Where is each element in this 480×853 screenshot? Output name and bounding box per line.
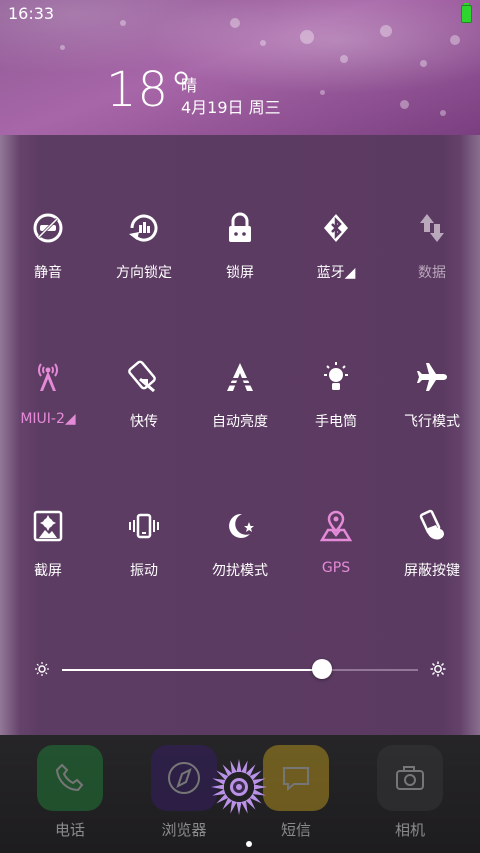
flashlight-icon [318, 359, 354, 395]
toggle-block-keys-label: 屏蔽按键 [404, 563, 460, 579]
brightness-fill [62, 669, 322, 671]
toggle-lock-screen-label: 锁屏 [226, 265, 254, 281]
toggle-mute[interactable]: 静音 [0, 210, 96, 300]
toggle-auto-brightness-label: 自动亮度 [212, 414, 268, 430]
toggle-mobile-data[interactable]: 数据 [384, 210, 480, 300]
quick-transfer-icon [126, 359, 162, 395]
rotation-lock-icon [126, 210, 162, 246]
screenshot-icon [30, 508, 66, 544]
toggle-wifi-hotspot[interactable]: MIUI-2◢ [0, 359, 96, 449]
brightness-low-icon [35, 662, 49, 676]
toggle-quick-transfer[interactable]: 快传 [96, 359, 192, 449]
launcher-flower-button[interactable] [210, 758, 268, 816]
quick-settings-panel: 静音 方向锁定 锁屏 蓝牙◢ 数据 MIUI-2◢ 快传 自动亮度 手电筒 飞行… [0, 135, 480, 735]
vibrate-icon [126, 508, 162, 544]
hand-phone-icon [414, 508, 450, 544]
app-phone-label: 电话 [54, 821, 85, 839]
toggle-flashlight[interactable]: 手电筒 [288, 359, 384, 449]
app-browser-label: 浏览器 [161, 821, 207, 839]
toggle-do-not-disturb[interactable]: 勿扰模式 [192, 508, 288, 598]
toggle-quick-transfer-label: 快传 [130, 414, 158, 430]
toggle-block-keys[interactable]: 屏蔽按键 [384, 508, 480, 598]
airplane-icon [414, 359, 450, 395]
toggle-gps[interactable]: GPS [288, 508, 384, 598]
toggle-airplane-mode-label: 飞行模式 [404, 414, 460, 430]
browser-icon [151, 745, 217, 811]
toggle-mute-label: 静音 [34, 265, 62, 281]
battery-icon [461, 3, 472, 23]
lock-icon [222, 210, 258, 246]
bluetooth-icon [318, 210, 354, 246]
page-indicator-dot [246, 841, 252, 847]
toggle-rotation-lock[interactable]: 方向锁定 [96, 210, 192, 300]
auto-brightness-icon [222, 359, 258, 395]
toggle-airplane-mode[interactable]: 飞行模式 [384, 359, 480, 449]
app-camera-label: 相机 [394, 821, 425, 839]
app-messages-label: 短信 [280, 821, 311, 839]
brightness-high-icon [430, 661, 446, 677]
toggle-bluetooth[interactable]: 蓝牙◢ [288, 210, 384, 300]
moon-icon [222, 508, 258, 544]
signal-tower-icon [30, 359, 66, 395]
camera-icon [377, 745, 443, 811]
brightness-slider[interactable] [0, 655, 480, 685]
toggle-lock-screen[interactable]: 锁屏 [192, 210, 288, 300]
app-phone[interactable]: 电话 [30, 745, 110, 840]
toggle-flashlight-label: 手电筒 [315, 414, 357, 430]
toggle-vibrate[interactable]: 振动 [96, 508, 192, 598]
message-icon [263, 745, 329, 811]
toggle-screenshot[interactable]: 截屏 [0, 508, 96, 598]
mute-icon [30, 210, 66, 246]
date-label: 4月19日 周三 [181, 98, 281, 117]
toggle-vibrate-label: 振动 [130, 563, 158, 579]
toggle-bluetooth-label: 蓝牙◢ [316, 265, 356, 281]
toggle-gps-label: GPS [321, 560, 351, 576]
weather-condition: 晴 [181, 76, 198, 95]
toggle-screenshot-label: 截屏 [34, 563, 62, 579]
toggle-do-not-disturb-label: 勿扰模式 [212, 563, 268, 579]
app-messages[interactable]: 短信 [256, 745, 336, 840]
app-camera[interactable]: 相机 [370, 745, 450, 840]
brightness-thumb[interactable] [312, 659, 332, 679]
status-time: 16:33 [8, 4, 55, 23]
toggle-rotation-lock-label: 方向锁定 [116, 265, 172, 281]
toggle-mobile-data-label: 数据 [418, 265, 446, 281]
map-pin-icon [318, 508, 354, 544]
status-bar: 16:33 [0, 0, 480, 28]
toggle-auto-brightness[interactable]: 自动亮度 [192, 359, 288, 449]
phone-icon [37, 745, 103, 811]
toggle-wifi-hotspot-label: MIUI-2◢ [20, 411, 76, 427]
data-arrows-icon [414, 210, 450, 246]
